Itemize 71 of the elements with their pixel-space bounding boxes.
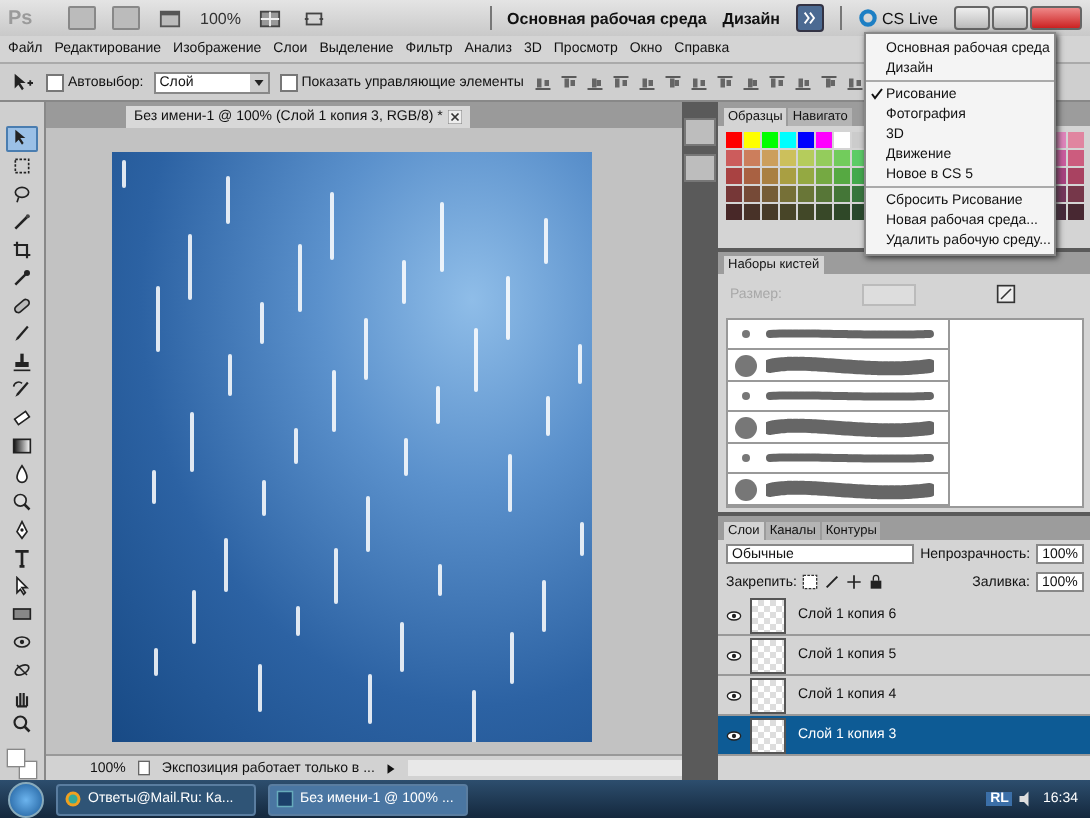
double-chevron-icon — [801, 10, 818, 26]
marquee-tool-icon[interactable] — [12, 156, 32, 177]
layer-thumbnail — [750, 677, 786, 713]
app-logo: Ps — [8, 7, 35, 29]
align-icon[interactable] — [793, 73, 812, 91]
ring-icon — [857, 8, 878, 28]
brush-icon[interactable] — [824, 574, 841, 590]
eye-icon[interactable] — [722, 727, 746, 743]
align-icon[interactable] — [819, 73, 838, 91]
align-icon[interactable] — [637, 73, 656, 91]
document-icon[interactable] — [135, 760, 152, 776]
brush-preset[interactable] — [728, 412, 948, 444]
hand-tool-icon[interactable] — [12, 687, 32, 708]
align-icon[interactable] — [715, 73, 734, 91]
brush-tip-icon — [734, 353, 758, 378]
align-icon[interactable] — [559, 73, 578, 91]
align-icon[interactable] — [533, 73, 552, 91]
close-icon[interactable] — [448, 110, 463, 124]
horizontal-scrollbar[interactable] — [408, 760, 682, 776]
brush-preset[interactable] — [728, 350, 948, 382]
grid-layout-icon[interactable] — [256, 7, 285, 29]
brush-tip-icon — [734, 477, 758, 502]
path-select-icon[interactable] — [12, 575, 32, 596]
padlock-icon[interactable] — [868, 574, 885, 590]
size-field[interactable] — [862, 283, 917, 306]
app-square-icon — [276, 790, 294, 808]
brush-tool-icon[interactable] — [12, 324, 32, 345]
eye-icon[interactable] — [722, 607, 746, 623]
eraser-tool-icon[interactable] — [12, 408, 32, 428]
cs-live-button[interactable]: CS Live — [857, 8, 938, 28]
brush-tip-icon — [734, 415, 758, 440]
gradient-tool-icon[interactable] — [12, 435, 32, 456]
restore-button[interactable] — [992, 6, 1028, 30]
layer-thumbnail — [750, 637, 786, 673]
layer-thumbnail — [750, 597, 786, 633]
align-icon[interactable] — [585, 73, 604, 91]
workspace-link[interactable]: Дизайн — [722, 9, 780, 27]
move-cross-icon[interactable] — [846, 574, 863, 590]
minimize-button[interactable] — [954, 6, 990, 30]
lasso-tool-icon[interactable] — [12, 184, 32, 205]
globe-icon — [64, 790, 82, 808]
align-icon[interactable] — [611, 73, 630, 91]
wand-tool-icon[interactable] — [12, 212, 32, 233]
history-brush-icon[interactable] — [12, 380, 32, 401]
workspace-link[interactable]: Основная рабочая среда — [507, 9, 707, 27]
bandage-tool-icon[interactable] — [12, 296, 32, 317]
eye-icon[interactable] — [722, 687, 746, 703]
tool-button[interactable] — [6, 126, 38, 152]
align-icon[interactable] — [741, 73, 760, 91]
align-icon[interactable] — [767, 73, 786, 91]
crop-tool-icon[interactable] — [12, 240, 32, 261]
caret-icon — [249, 73, 268, 91]
color-swatches-icon[interactable] — [6, 747, 38, 780]
zoom-tool-icon[interactable] — [12, 714, 32, 735]
rectangle-tool-icon[interactable] — [12, 603, 32, 624]
eye-icon[interactable] — [722, 647, 746, 663]
type-tool-icon[interactable] — [12, 547, 32, 568]
eyedropper-tool-icon[interactable] — [12, 268, 32, 289]
layer-thumbnail — [750, 717, 786, 753]
play-icon[interactable] — [384, 761, 399, 775]
pen-tool-icon[interactable] — [12, 519, 32, 540]
zoom-level[interactable]: 100% — [200, 9, 241, 27]
align-icon[interactable] — [845, 73, 864, 91]
align-icon[interactable] — [663, 73, 682, 91]
align-icon[interactable] — [689, 73, 708, 91]
start-button[interactable] — [8, 781, 44, 817]
stamp-tool-icon[interactable] — [12, 352, 32, 373]
more-workspaces-button[interactable] — [795, 4, 824, 32]
brush-preset[interactable] — [728, 474, 948, 507]
lock-transparency-icon[interactable] — [802, 574, 819, 590]
drop-tool-icon[interactable] — [12, 463, 32, 484]
